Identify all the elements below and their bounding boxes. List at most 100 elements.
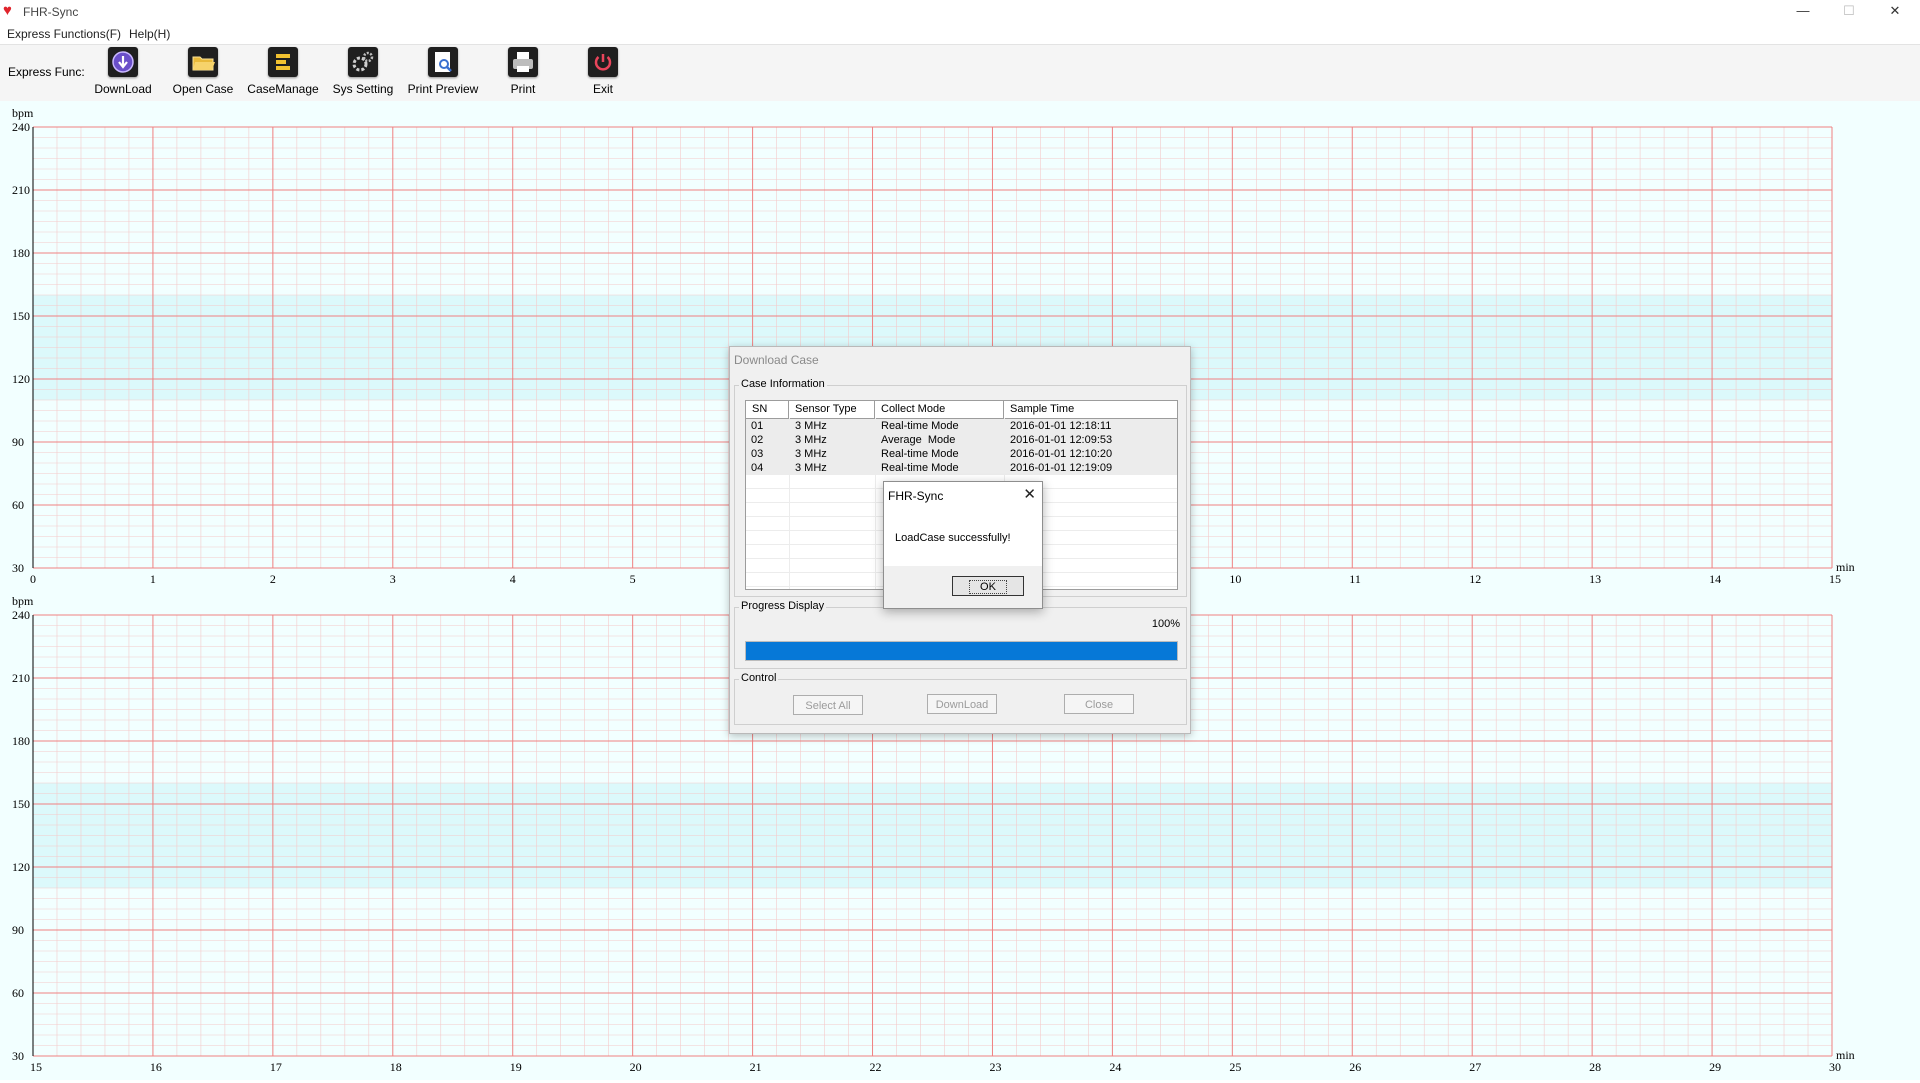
- x-tick-label: 11: [1349, 572, 1361, 586]
- message-box-footer: OK: [884, 566, 1042, 608]
- table-row[interactable]: 02 3 MHz Average Mode 2016-01-01 12:09:5…: [746, 433, 1177, 447]
- column-divider: [875, 418, 876, 589]
- download-icon: [108, 47, 138, 77]
- column-divider: [789, 418, 790, 589]
- x-tick-label: 0: [30, 572, 36, 586]
- x-tick-label: 5: [630, 572, 636, 586]
- open-case-button[interactable]: Open Case: [163, 47, 243, 99]
- column-header-collect-mode[interactable]: Collect Mode: [875, 401, 1004, 418]
- x-tick-label: 2: [270, 572, 276, 586]
- case-list-header: SN Sensor Type Collect Mode Sample Time: [746, 401, 1177, 419]
- power-icon: [588, 47, 618, 77]
- cell-collect-mode: Real-time Mode: [881, 462, 959, 474]
- menu-help[interactable]: Help(H): [129, 27, 170, 41]
- x-tick-label: 24: [1109, 1060, 1121, 1074]
- x-tick-label: 1: [150, 572, 156, 586]
- y-tick-label: 60: [12, 498, 24, 512]
- table-row[interactable]: 01 3 MHz Real-time Mode 2016-01-01 12:18…: [746, 419, 1177, 433]
- progress-display-caption: Progress Display: [739, 600, 827, 612]
- x-tick-label: 18: [390, 1060, 402, 1074]
- print-button[interactable]: Print: [483, 47, 563, 99]
- x-tick-label: 30: [1829, 1060, 1841, 1074]
- x-tick-label: 13: [1589, 572, 1601, 586]
- heart-icon: ♥: [3, 2, 12, 19]
- case-manage-button[interactable]: CaseManage: [243, 47, 323, 99]
- cell-collect-mode: Real-time Mode: [881, 448, 959, 460]
- column-header-sn[interactable]: SN: [746, 401, 789, 418]
- cell-sample-time: 2016-01-01 12:09:53: [1010, 434, 1113, 446]
- x-tick-label: 22: [870, 1060, 882, 1074]
- app-title: FHR-Sync: [23, 5, 79, 19]
- cell-sample-time: 2016-01-01 12:10:20: [1010, 448, 1113, 460]
- print-preview-icon: [428, 47, 458, 77]
- cell-collect-mode: Average Mode: [881, 434, 956, 446]
- y-tick-label: 150: [12, 797, 30, 811]
- message-box: FHR-Sync ✕ LoadCase successfully! OK: [883, 481, 1043, 609]
- x-tick-label: 3: [390, 572, 396, 586]
- y-tick-label: 150: [12, 309, 30, 323]
- x-tick-label: 20: [630, 1060, 642, 1074]
- x-tick-label: 4: [510, 572, 516, 586]
- print-preview-button[interactable]: Print Preview: [403, 47, 483, 99]
- cell-sample-time: 2016-01-01 12:18:11: [1010, 420, 1112, 432]
- table-row[interactable]: 04 3 MHz Real-time Mode 2016-01-01 12:19…: [746, 461, 1177, 475]
- close-window-button[interactable]: ✕: [1872, 0, 1918, 22]
- close-dialog-button[interactable]: Close: [1064, 694, 1134, 714]
- select-all-button[interactable]: Select All: [793, 695, 863, 715]
- title-bar: ♥ FHR-Sync — ☐ ✕: [0, 0, 1920, 24]
- menu-bar: Express Functions(F) Help(H): [0, 24, 1920, 45]
- sys-setting-button[interactable]: Sys Setting: [323, 47, 403, 99]
- progress-percent: 100%: [1151, 618, 1180, 630]
- cell-sn: 04: [751, 462, 764, 474]
- exit-button[interactable]: Exit: [563, 47, 643, 99]
- y-tick-label: 30: [12, 561, 24, 575]
- x-tick-label: 27: [1469, 1060, 1481, 1074]
- progress-bar: [745, 641, 1178, 661]
- y-tick-label: 210: [12, 671, 30, 685]
- control-group: Control Select All DownLoad Close: [734, 672, 1187, 725]
- close-icon[interactable]: ✕: [1023, 485, 1036, 503]
- ok-button[interactable]: OK: [952, 576, 1024, 596]
- cell-sensor-type: 3 MHz: [795, 462, 827, 474]
- ok-button-label: OK: [969, 580, 1007, 594]
- x-tick-label: 23: [989, 1060, 1001, 1074]
- x-tick-label: 14: [1709, 572, 1721, 586]
- gears-icon: [348, 47, 378, 77]
- print-button-label: Print: [510, 82, 536, 96]
- y-tick-label: 30: [12, 1049, 24, 1063]
- y-tick-label: 240: [12, 120, 30, 134]
- y-tick-label: 180: [12, 734, 30, 748]
- control-caption: Control: [739, 672, 779, 684]
- x-tick-label: 12: [1469, 572, 1481, 586]
- column-header-sample-time[interactable]: Sample Time: [1004, 401, 1177, 418]
- maximize-button[interactable]: ☐: [1826, 0, 1872, 22]
- case-manage-icon: [268, 47, 298, 77]
- y-tick-label: 120: [12, 372, 30, 386]
- progress-display-group: Progress Display 100%: [734, 600, 1187, 669]
- toolbar: Express Func: DownLoad Open Case CaseMan…: [0, 45, 1920, 102]
- x-tick-label: 10: [1229, 572, 1241, 586]
- cell-sample-time: 2016-01-01 12:19:09: [1010, 462, 1113, 474]
- x-tick-label: 16: [150, 1060, 162, 1074]
- column-header-sensor-type[interactable]: Sensor Type: [789, 401, 875, 418]
- download-button[interactable]: DownLoad: [83, 47, 163, 99]
- download-dialog-button[interactable]: DownLoad: [927, 694, 997, 714]
- x-tick-label: 28: [1589, 1060, 1601, 1074]
- y-tick-label: 90: [12, 923, 24, 937]
- y-tick-label: 240: [12, 608, 30, 622]
- menu-express-functions[interactable]: Express Functions(F): [7, 27, 121, 41]
- cell-sensor-type: 3 MHz: [795, 420, 827, 432]
- minimize-button[interactable]: —: [1780, 0, 1826, 22]
- progress-bar-fill: [746, 642, 1177, 660]
- y-axis-label: bpm: [12, 594, 34, 608]
- x-tick-label: 29: [1709, 1060, 1721, 1074]
- y-tick-label: 120: [12, 860, 30, 874]
- y-axis-label: bpm: [12, 106, 34, 120]
- y-tick-label: 210: [12, 183, 30, 197]
- exit-button-label: Exit: [592, 82, 613, 96]
- printer-icon: [508, 47, 538, 77]
- x-tick-label: 19: [510, 1060, 522, 1074]
- y-tick-label: 180: [12, 246, 30, 260]
- toolbar-label: Express Func:: [8, 65, 85, 79]
- table-row[interactable]: 03 3 MHz Real-time Mode 2016-01-01 12:10…: [746, 447, 1177, 461]
